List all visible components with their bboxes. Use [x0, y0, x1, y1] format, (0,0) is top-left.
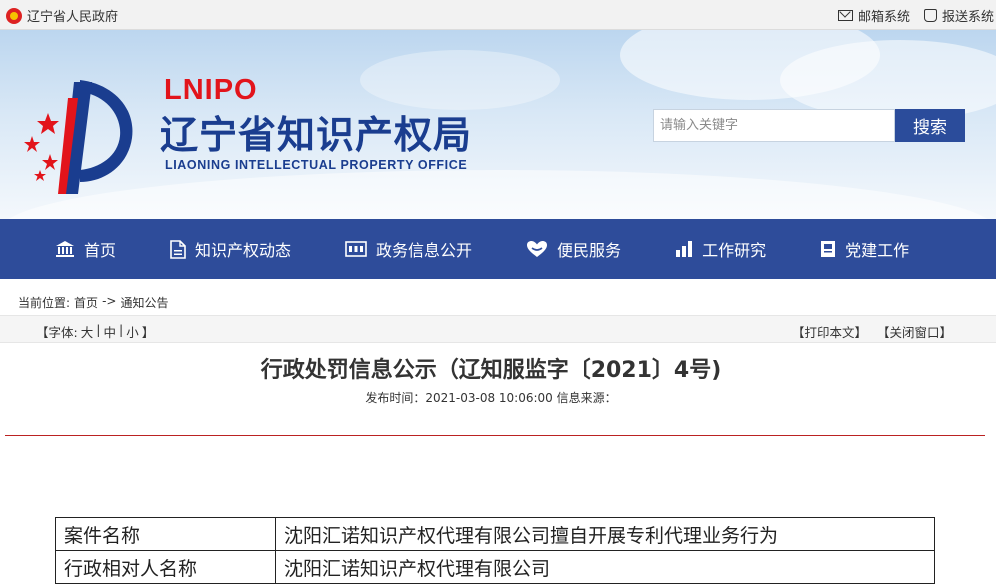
top-bar: 辽宁省人民政府 邮箱系统 报送系统: [0, 0, 996, 30]
article-title: 行政处罚信息公示（辽知服监字〔2021〕4号): [260, 358, 722, 383]
breadcrumb: 当前位置: 首页 -> 通知公告: [18, 294, 168, 311]
nav-item-party[interactable]: 党建工作: [820, 237, 909, 261]
table-cell-value: 沈阳汇诺知识产权代理有限公司擅自开展专利代理业务行为: [275, 517, 935, 551]
print-button[interactable]: 【打印本文】: [792, 322, 867, 341]
search-input[interactable]: [653, 109, 895, 142]
info-board-icon: [345, 241, 367, 257]
mail-icon: [837, 10, 853, 21]
lnipo-logo-icon[interactable]: [18, 78, 143, 198]
cloud-decoration: [780, 40, 996, 120]
font-separator: |: [96, 322, 101, 337]
nav-item-services[interactable]: 便民服务: [526, 237, 621, 261]
article-meta: 发布时间：2021-03-08 10:06:00 信息来源：: [365, 391, 617, 405]
title-divider: [5, 435, 985, 436]
bank-icon: [56, 241, 74, 257]
table-cell-key: 行政相对人名称: [55, 550, 276, 584]
heart-hands-icon: [527, 241, 548, 257]
national-emblem-icon: [6, 7, 22, 24]
font-large-button[interactable]: 大: [81, 322, 94, 341]
cloud-decoration: [0, 170, 996, 219]
nav-item-label: 政务信息公开: [376, 241, 473, 260]
font-size-switcher: 【字体: 大 | 中 | 小 】: [36, 322, 154, 341]
close-window-button[interactable]: 【关闭窗口】: [877, 322, 952, 341]
site-name: 辽宁省知识产权局: [160, 113, 473, 157]
table-cell-value: 沈阳汇诺知识产权代理有限公司: [275, 550, 935, 584]
nav-item-label: 便民服务: [557, 241, 622, 260]
breadcrumb-separator: ->: [102, 294, 117, 308]
header-banner: LNIPO 辽宁省知识产权局 LIAONING INTELLECTUAL PRO…: [0, 30, 996, 219]
breadcrumb-current[interactable]: 通知公告: [120, 294, 168, 311]
nav-item-label: 知识产权动态: [195, 241, 292, 260]
table-cell-key: 案件名称: [55, 517, 276, 551]
article-toolbar: 【字体: 大 | 中 | 小 】 【打印本文】 【关闭窗口】: [0, 315, 996, 343]
logo-abbreviation: LNIPO: [164, 74, 258, 106]
submit-system-link[interactable]: 报送系统: [923, 6, 994, 25]
nav-item-label: 党建工作: [845, 241, 910, 260]
search-button[interactable]: 搜索: [895, 109, 965, 142]
document-icon: [170, 239, 186, 259]
font-separator: |: [118, 322, 124, 337]
mail-system-label: 邮箱系统: [857, 10, 910, 25]
nav-item-gov-info[interactable]: 政务信息公开: [345, 237, 472, 261]
site-name-en: LIAONING INTELLECTUAL PROPERTY OFFICE: [165, 158, 468, 172]
table-row: 案件名称 沈阳汇诺知识产权代理有限公司擅自开展专利代理业务行为: [55, 517, 935, 551]
flag-icon: [821, 241, 836, 257]
breadcrumb-home[interactable]: 首页: [74, 294, 98, 311]
nav-item-home[interactable]: 首页: [55, 237, 116, 261]
font-size-label: 【字体:: [36, 325, 78, 340]
breadcrumb-prefix: 当前位置:: [18, 296, 71, 310]
font-small-button[interactable]: 小: [126, 322, 139, 341]
font-size-end: 】: [141, 325, 155, 340]
gov-link-label: 辽宁省人民政府: [27, 10, 119, 25]
submit-icon: [923, 9, 937, 22]
nav-item-label: 工作研究: [702, 241, 767, 260]
font-medium-button[interactable]: 中: [103, 322, 116, 341]
nav-item-research[interactable]: 工作研究: [675, 237, 766, 261]
cloud-decoration: [360, 50, 560, 110]
main-nav: 首页 知识产权动态 政务信息公开 便民服务 工作研究 党建工作: [0, 219, 996, 279]
case-info-table: 案件名称 沈阳汇诺知识产权代理有限公司擅自开展专利代理业务行为 行政相对人名称 …: [55, 517, 935, 584]
submit-system-label: 报送系统: [941, 10, 994, 25]
mail-system-link[interactable]: 邮箱系统: [837, 6, 910, 25]
nav-item-ip-news[interactable]: 知识产权动态: [170, 237, 291, 261]
table-row: 行政相对人名称 沈阳汇诺知识产权代理有限公司: [55, 550, 935, 584]
bar-chart-icon: [676, 241, 693, 257]
nav-item-label: 首页: [84, 241, 117, 260]
gov-link[interactable]: 辽宁省人民政府: [6, 6, 118, 25]
